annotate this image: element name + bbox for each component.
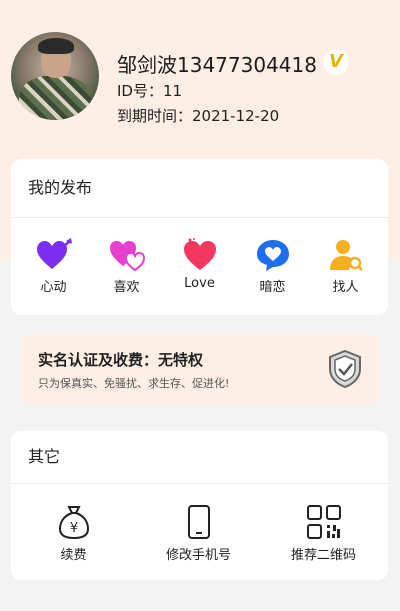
publish-label: 暗恋 <box>259 280 286 295</box>
user-name: 邹剑波13477304418 <box>117 53 317 77</box>
svg-text:¥: ¥ <box>69 521 77 536</box>
vip-badge-icon: V <box>323 49 349 75</box>
other-icon-row: ¥ 续费 修改手机号 推荐二维码 <box>11 484 388 563</box>
qr-code-icon <box>306 505 341 539</box>
publish-label: Love <box>184 276 215 291</box>
publish-icon-row: 心动 喜欢 Love 暗恋 找人 <box>11 218 388 295</box>
auth-banner[interactable]: 实名认证及收费：无特权 只为保真实、免骚扰、求生存、促进化! <box>21 333 379 405</box>
publish-item-xindong[interactable]: 心动 <box>19 238 89 295</box>
publish-label: 心动 <box>40 280 67 295</box>
heart-icon <box>183 238 216 270</box>
publish-item-zhaoren[interactable]: 找人 <box>311 238 381 295</box>
profile-header: 邹剑波13477304418 V ID号：11 到期时间：2021-12-20 <box>0 0 400 150</box>
publish-item-xihuan[interactable]: 喜欢 <box>92 238 162 295</box>
avatar-hair <box>38 38 74 54</box>
heart-arrow-icon <box>36 238 72 269</box>
person-search-icon <box>329 240 363 271</box>
publish-item-anlian[interactable]: 暗恋 <box>238 238 308 295</box>
other-card: 其它 ¥ 续费 修改手机号 推荐二维码 <box>11 431 388 580</box>
avatar-shirt <box>19 76 91 120</box>
expiry-date: 到期时间：2021-12-20 <box>117 107 280 125</box>
other-title: 其它 <box>11 431 388 484</box>
other-item-change-phone[interactable]: 修改手机号 <box>136 504 261 563</box>
auth-subtitle: 只为保真实、免骚扰、求生存、促进化! <box>38 377 230 390</box>
other-label: 续费 <box>60 548 87 563</box>
publish-label: 喜欢 <box>113 280 140 295</box>
publish-label: 找人 <box>332 280 359 295</box>
auth-title: 实名认证及收费：无特权 <box>38 351 204 369</box>
publish-title: 我的发布 <box>11 159 388 218</box>
publish-item-love[interactable]: Love <box>165 238 235 295</box>
money-bag-icon: ¥ <box>58 506 89 540</box>
heart-bubble-icon <box>256 240 289 271</box>
other-item-qr-code[interactable]: 推荐二维码 <box>261 504 386 563</box>
shield-check-icon <box>329 349 361 389</box>
user-id: ID号：11 <box>117 82 183 100</box>
other-item-renew[interactable]: ¥ 续费 <box>11 504 136 563</box>
other-label: 修改手机号 <box>165 548 231 563</box>
phone-icon <box>187 505 210 539</box>
avatar[interactable] <box>11 32 99 120</box>
publish-card: 我的发布 心动 喜欢 Love 暗恋 找人 <box>11 159 388 315</box>
other-label: 推荐二维码 <box>290 548 356 563</box>
two-hearts-icon <box>109 241 145 272</box>
